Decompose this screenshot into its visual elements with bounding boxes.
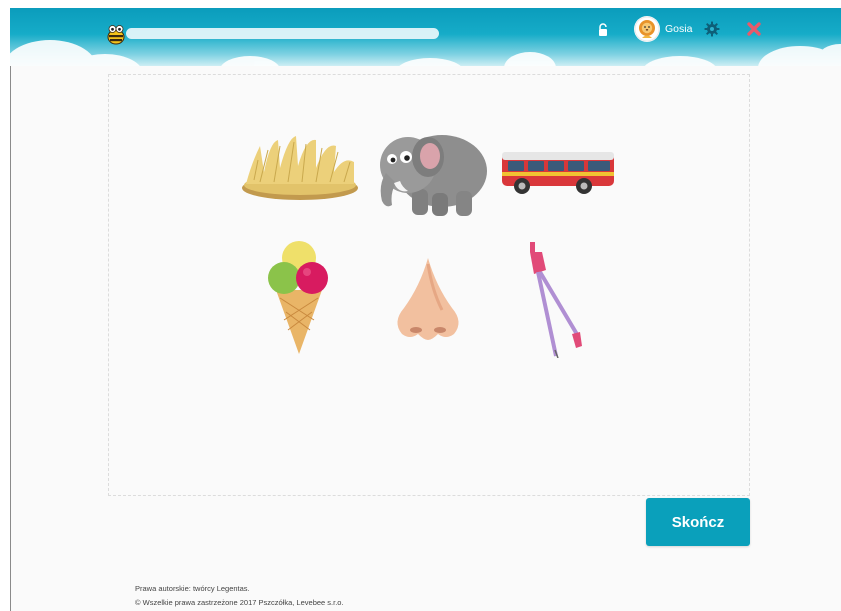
ice-cream-icon[interactable]	[266, 240, 332, 356]
close-icon[interactable]	[746, 21, 762, 37]
top-bar: Gosia	[10, 8, 841, 66]
footer-copyright-rights: © Wszelkie prawa zastrzeżone 2017 Pszczó…	[135, 598, 344, 607]
bus-icon[interactable]	[498, 148, 616, 198]
user-name[interactable]: Gosia	[665, 23, 692, 35]
gear-icon[interactable]	[704, 21, 720, 37]
user-avatar[interactable]	[634, 16, 660, 42]
elephant-icon[interactable]	[372, 123, 490, 219]
bee-logo-icon[interactable]	[104, 22, 128, 46]
avatar-lion-icon	[634, 16, 660, 42]
finish-button[interactable]: Skończ	[646, 498, 750, 546]
hay-icon[interactable]	[240, 132, 360, 204]
unlock-icon[interactable]	[597, 23, 609, 37]
compass-icon[interactable]	[522, 240, 586, 358]
progress-bar	[126, 28, 439, 39]
footer-copyright-authors: Prawa autorskie: twórcy Legentas.	[135, 584, 250, 593]
nose-icon[interactable]	[392, 256, 464, 342]
